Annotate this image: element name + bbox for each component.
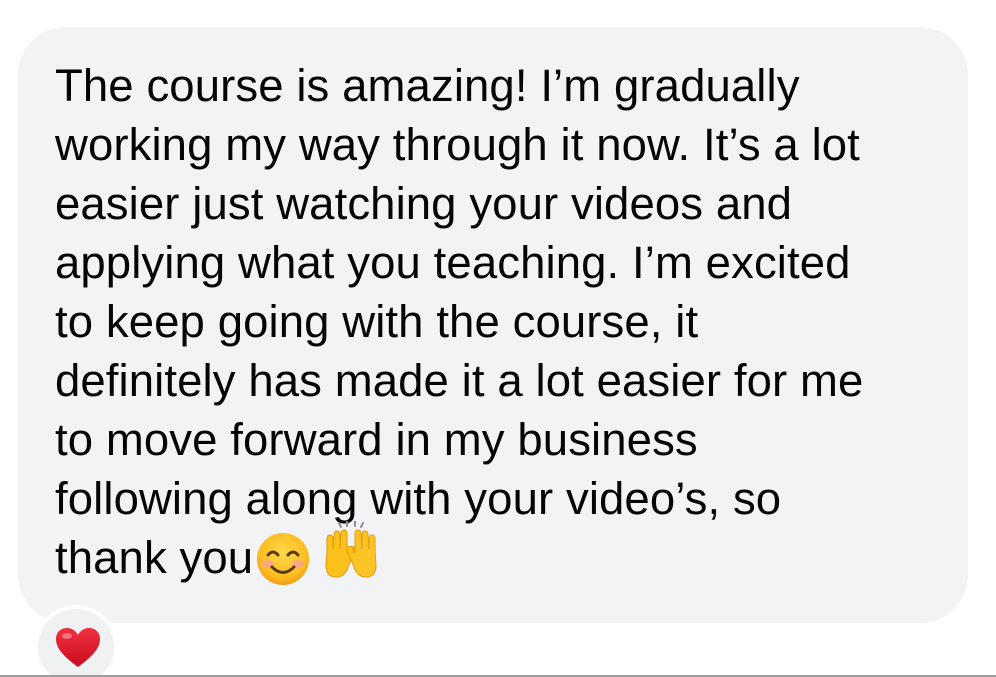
message-text: The course is amazing! I’m gradually wor… [55, 56, 955, 587]
message-line: thank you [55, 532, 254, 583]
message-line: applying what you teaching. I’m excited [55, 237, 851, 288]
message-line: to keep going with the course, it [55, 296, 699, 347]
message-line: working my way through it now. It’s a lo… [55, 119, 860, 170]
raising-hands-icon [325, 520, 377, 578]
smiling-face-icon [257, 532, 310, 585]
message-line: definitely has made it a lot easier for … [55, 355, 864, 406]
red-heart-icon [56, 628, 100, 667]
message-line: following along with your video’s, so [55, 473, 782, 524]
message-last-line: thank you [55, 520, 955, 587]
message-line: The course is amazing! I’m gradually [55, 60, 800, 111]
message-line: to move forward in my business [55, 414, 698, 465]
message-screen: The course is amazing! I’m gradually wor… [0, 0, 996, 677]
message-line: easier just watching your videos and [55, 178, 793, 229]
